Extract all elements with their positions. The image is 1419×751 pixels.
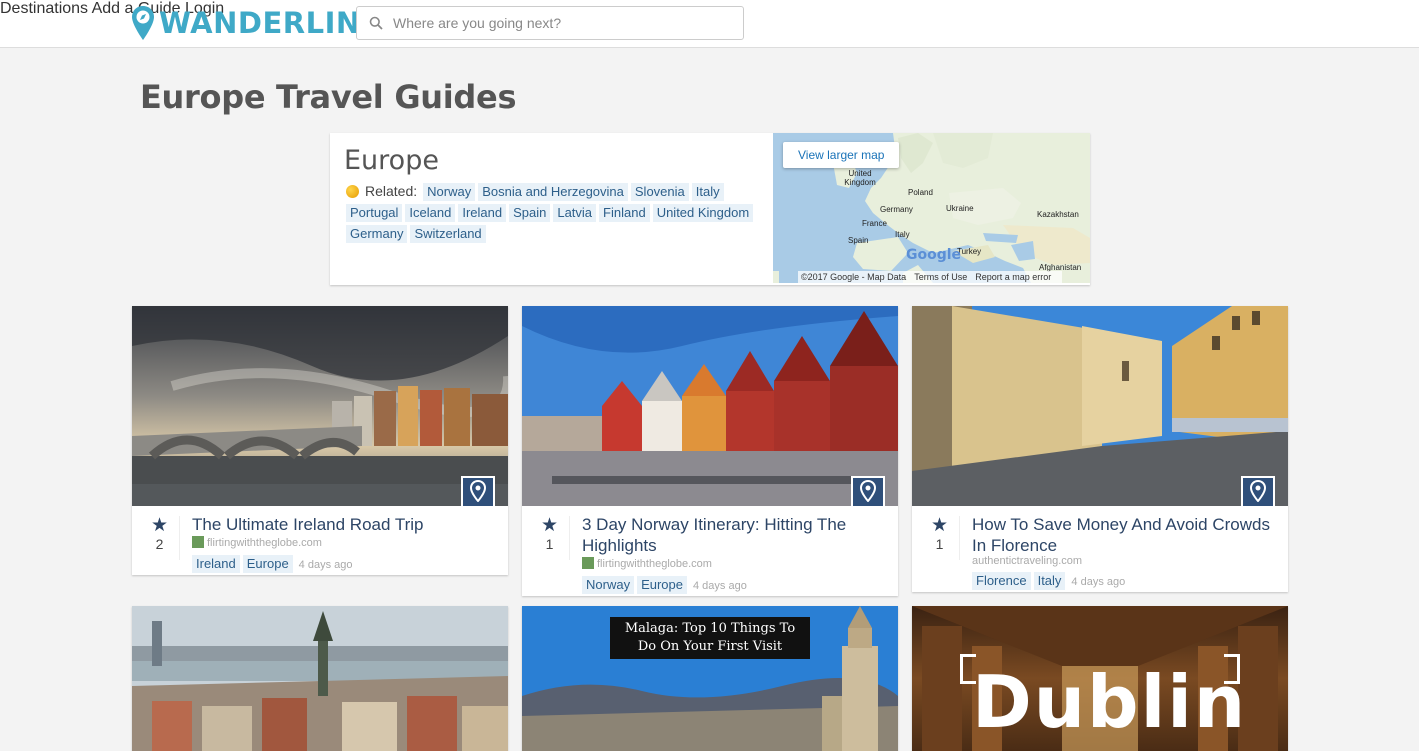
map-attribution: ©2017 Google - Map Data Terms of Use Repor…: [798, 271, 1063, 283]
guide-photo[interactable]: [132, 306, 508, 506]
guide-card[interactable]: Malaga: Top 10 Things To Do On Your Firs…: [522, 606, 898, 751]
tag-florence[interactable]: Florence: [972, 572, 1031, 590]
guide-title[interactable]: 3 Day Norway Itinerary: Hitting The High…: [582, 514, 892, 556]
search-icon: [369, 16, 383, 30]
map-data-credit: ©2017 Google - Map Data: [801, 272, 907, 282]
tag-united-kingdom[interactable]: United Kingdom: [652, 204, 754, 222]
guide-title[interactable]: The Ultimate Ireland Road Trip: [192, 514, 502, 535]
map-label-spain: Spain: [848, 236, 869, 245]
related-label: Related:: [365, 183, 418, 199]
guide-card[interactable]: ★ 1 3 Day Norway Itinerary: Hitting The …: [522, 306, 898, 596]
guide-photo[interactable]: Malaga: Top 10 Things To Do On Your Firs…: [522, 606, 898, 751]
region-name: Europe: [344, 145, 439, 176]
tag-ireland[interactable]: Ireland: [458, 204, 507, 222]
map-pin-button[interactable]: [461, 476, 495, 506]
guide-tags: Norway Europe 4 days ago: [582, 576, 747, 594]
vote-count: 2: [155, 536, 164, 552]
top-navbar: WANDERLING Destinations Add a Guide Logi…: [0, 0, 1419, 48]
guide-photo[interactable]: [522, 306, 898, 506]
source-domain: flirtingwiththeglobe.com: [207, 537, 322, 549]
map-label-poland: Poland: [908, 188, 933, 197]
tag-europe[interactable]: Europe: [637, 576, 687, 594]
map-pin-button[interactable]: [851, 476, 885, 506]
upvote-button[interactable]: ★ 1: [920, 516, 960, 560]
map-label-france: France: [862, 219, 887, 228]
tag-norway[interactable]: Norway: [582, 576, 635, 594]
logo[interactable]: WANDERLING: [131, 5, 385, 41]
guide-photo[interactable]: [132, 606, 508, 751]
guide-source: authentictraveling.com: [972, 555, 1082, 567]
report-map-error-link[interactable]: Report a map error: [975, 272, 1051, 282]
guide-card[interactable]: ★ 1 How To Save Money And Avoid Crowds I…: [912, 306, 1288, 592]
google-logo: Google: [906, 247, 962, 263]
tag-germany[interactable]: Germany: [346, 225, 408, 243]
guide-source: flirtingwiththeglobe.com: [192, 536, 322, 549]
map-pin-icon: [469, 479, 487, 507]
tag-italy[interactable]: Italy: [691, 183, 724, 201]
tag-spain[interactable]: Spain: [509, 204, 551, 222]
guide-card[interactable]: Dublin: [912, 606, 1288, 751]
map-label-kazakhstan: Kazakhstan: [1037, 210, 1079, 219]
map-pin-button[interactable]: [1241, 476, 1275, 506]
guide-photo-title: Malaga: Top 10 Things To Do On Your Firs…: [610, 617, 810, 659]
star-icon: ★: [540, 515, 559, 536]
tag-bosnia[interactable]: Bosnia and Herzegovina: [478, 183, 628, 201]
guide-source: flirtingwiththeglobe.com: [582, 557, 712, 570]
upvote-button[interactable]: ★ 1: [530, 516, 570, 560]
post-age: 4 days ago: [298, 559, 353, 571]
tag-latvia[interactable]: Latvia: [553, 204, 597, 222]
tag-slovenia[interactable]: Slovenia: [630, 183, 689, 201]
guide-card[interactable]: ★ 2 The Ultimate Ireland Road Trip flirt…: [132, 306, 508, 575]
search-input[interactable]: [393, 15, 713, 31]
related-tags: Related: Norway Bosnia and Herzegovina Slov…: [346, 181, 766, 245]
map-label-ukraine: Ukraine: [946, 204, 974, 213]
tag-portugal[interactable]: Portugal: [346, 204, 403, 222]
map-label-italy: Italy: [895, 230, 910, 239]
region-card: Europe Related: Norway Bosnia and Herzegov…: [330, 133, 1090, 285]
guide-photo-title: Dublin: [972, 660, 1248, 744]
guide-photo[interactable]: [912, 306, 1288, 506]
guide-title[interactable]: How To Save Money And Avoid Crowds In Fl…: [972, 514, 1282, 556]
europe-map[interactable]: View larger map United Kingdom Poland Ge…: [773, 133, 1090, 283]
map-label-germany: Germany: [880, 205, 913, 214]
upvote-button[interactable]: ★ 2: [140, 516, 180, 560]
guide-tags: Florence Italy 4 days ago: [972, 572, 1125, 590]
nav-destinations[interactable]: Destinations: [0, 0, 88, 17]
star-icon: ★: [930, 515, 949, 536]
map-label-uk: United Kingdom: [844, 169, 876, 187]
tag-iceland[interactable]: Iceland: [405, 204, 456, 222]
tag-italy[interactable]: Italy: [1033, 572, 1066, 590]
page-title: Europe Travel Guides: [140, 78, 517, 116]
source-domain: flirtingwiththeglobe.com: [597, 558, 712, 570]
vote-count: 1: [545, 536, 554, 552]
tag-norway[interactable]: Norway: [423, 183, 476, 201]
star-icon: ★: [150, 515, 169, 536]
post-age: 4 days ago: [1071, 576, 1126, 588]
search-bar[interactable]: [356, 6, 744, 40]
guide-photo[interactable]: Dublin: [912, 606, 1288, 751]
post-age: 4 days ago: [693, 580, 747, 592]
tag-finland[interactable]: Finland: [599, 204, 650, 222]
guide-tags: Ireland Europe 4 days ago: [192, 555, 353, 573]
globe-icon: [346, 185, 359, 198]
guide-card[interactable]: [132, 606, 508, 751]
tag-ireland[interactable]: Ireland: [192, 555, 240, 573]
map-pin-icon: [859, 479, 877, 507]
site-favicon-icon: [582, 557, 594, 569]
site-favicon-icon: [192, 536, 204, 548]
tag-europe[interactable]: Europe: [242, 555, 293, 573]
vote-count: 1: [935, 536, 944, 552]
view-larger-map-button[interactable]: View larger map: [783, 142, 900, 168]
source-domain: authentictraveling.com: [972, 555, 1083, 567]
tag-switzerland[interactable]: Switzerland: [410, 225, 486, 243]
location-pin-logo-icon: [131, 5, 155, 41]
map-pin-icon: [1249, 479, 1267, 507]
terms-of-use-link[interactable]: Terms of Use: [914, 272, 967, 282]
logo-text: WANDERLING: [159, 6, 385, 40]
